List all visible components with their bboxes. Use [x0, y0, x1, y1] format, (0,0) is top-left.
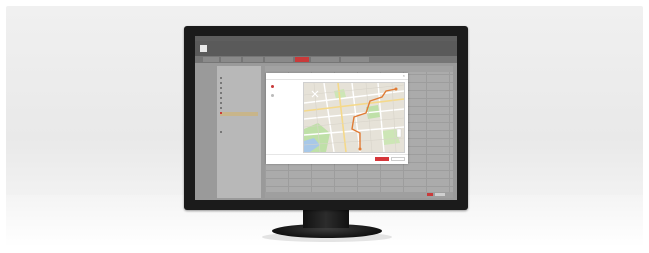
item-icon	[220, 102, 222, 105]
dialog-header: ×	[266, 73, 408, 80]
ok-button[interactable]	[375, 157, 389, 161]
left-panel-item[interactable]	[220, 97, 224, 101]
app-header	[195, 41, 457, 56]
monitor-stand-neck	[303, 210, 349, 228]
nav-item-5-active[interactable]	[295, 57, 309, 62]
dialog-side-item[interactable]	[271, 94, 276, 97]
nav-item-2[interactable]	[221, 57, 241, 62]
left-panel-item[interactable]	[220, 131, 224, 135]
left-panel-item[interactable]	[220, 92, 224, 96]
bottom-bar	[265, 192, 453, 198]
left-panel	[217, 66, 261, 198]
monitor-screen: ×	[195, 36, 457, 200]
left-panel-item[interactable]	[220, 77, 224, 81]
grid-toolbar	[265, 66, 453, 72]
item-icon	[220, 87, 222, 90]
nav-item-7[interactable]	[341, 57, 369, 62]
left-panel-item-selected[interactable]	[220, 112, 258, 116]
cancel-button[interactable]	[391, 157, 405, 161]
app-logo	[200, 45, 207, 52]
main-nav	[195, 56, 457, 63]
nav-item-3[interactable]	[243, 57, 263, 62]
item-icon	[220, 107, 222, 110]
item-icon	[271, 94, 274, 97]
item-icon	[220, 92, 222, 95]
close-icon[interactable]: ×	[403, 73, 405, 78]
item-icon	[220, 82, 222, 85]
map-graphic	[304, 83, 404, 152]
nav-item-6[interactable]	[311, 57, 339, 62]
map-dialog: ×	[266, 73, 408, 164]
item-icon	[220, 97, 222, 100]
item-icon	[220, 131, 222, 134]
left-panel-item[interactable]	[220, 87, 224, 91]
map-view[interactable]	[303, 82, 405, 153]
dialog-side-item-active[interactable]	[271, 85, 276, 88]
bottom-save-button[interactable]	[427, 193, 433, 196]
nav-item-4[interactable]	[265, 57, 293, 62]
left-panel-item[interactable]	[220, 82, 224, 86]
bottom-cancel-button[interactable]	[435, 193, 445, 196]
item-icon	[220, 112, 222, 115]
left-panel-item[interactable]	[220, 107, 224, 111]
item-icon	[220, 77, 222, 80]
nav-item-1[interactable]	[203, 57, 219, 62]
map-marker-icon	[271, 85, 274, 88]
dialog-footer-divider	[266, 154, 408, 155]
left-panel-item[interactable]	[220, 102, 224, 106]
